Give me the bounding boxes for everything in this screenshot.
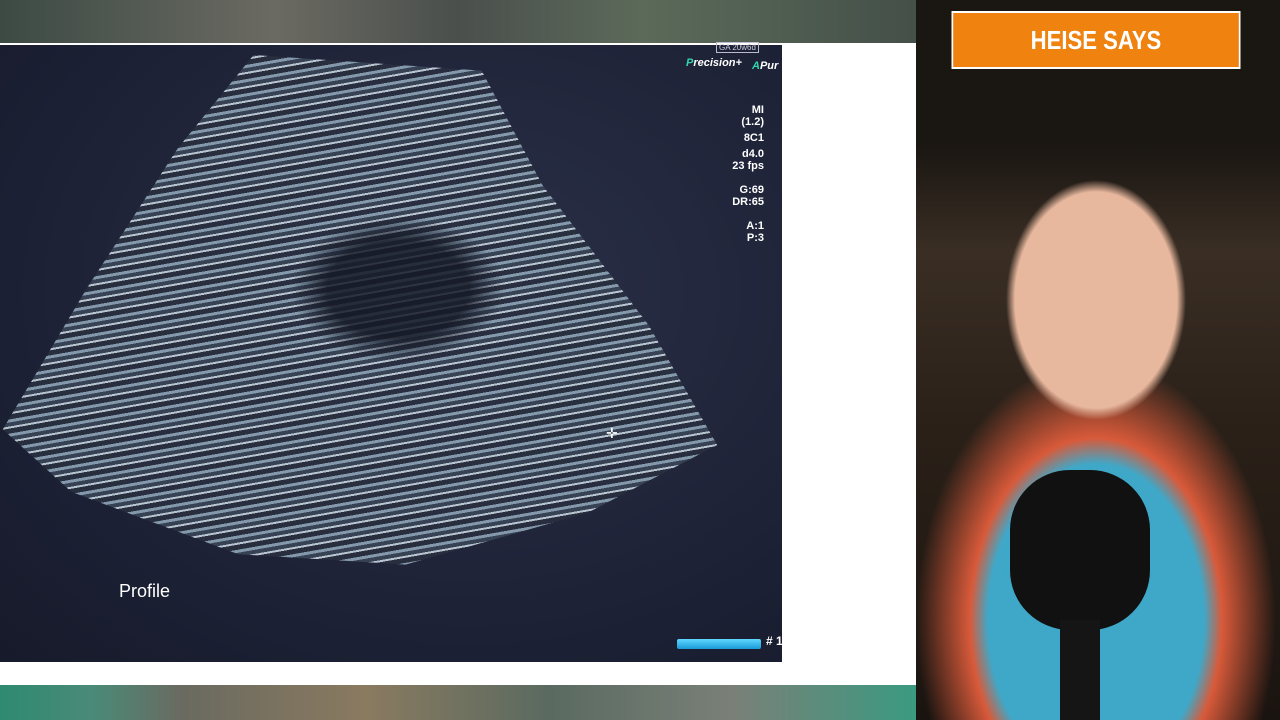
mode-icon: A bbox=[752, 60, 760, 72]
background-video-top bbox=[0, 0, 916, 45]
readout-mi: MI bbox=[751, 104, 764, 116]
readout-probe: 8C1 bbox=[743, 132, 764, 144]
heise-says-banner: HEISE SAYS bbox=[951, 11, 1241, 69]
mode-text: Pur bbox=[759, 60, 779, 72]
crosshair-cursor-icon: ✛ bbox=[606, 425, 618, 441]
readout-p: P:3 bbox=[746, 232, 764, 244]
readout-dr: DR:65 bbox=[732, 196, 764, 208]
scanner-readout: MI (1.2) 8C1 d4.0 23 fps G:69 DR:65 A:1 P:3 bbox=[728, 104, 764, 248]
readout-fps: 23 fps bbox=[732, 160, 764, 172]
mode-text: recision+ bbox=[693, 57, 742, 69]
pure-mode-label: APur bbox=[752, 60, 778, 72]
readout-depth: d4.0 bbox=[741, 148, 764, 160]
microphone-icon bbox=[1010, 470, 1150, 630]
scale-marker: # 1 bbox=[766, 634, 783, 648]
readout-mi-value: (1.2) bbox=[741, 116, 764, 128]
profile-label: Profile bbox=[119, 581, 171, 601]
mic-stand bbox=[1060, 620, 1100, 720]
background-video-bottom bbox=[0, 685, 916, 720]
precision-mode-label: Precision+ bbox=[686, 57, 742, 69]
readout-a: A:1 bbox=[746, 220, 764, 232]
scale-bar bbox=[677, 639, 761, 649]
readout-gain: G:69 bbox=[739, 184, 764, 196]
gestational-age-label: GA 20w6d bbox=[716, 42, 759, 53]
